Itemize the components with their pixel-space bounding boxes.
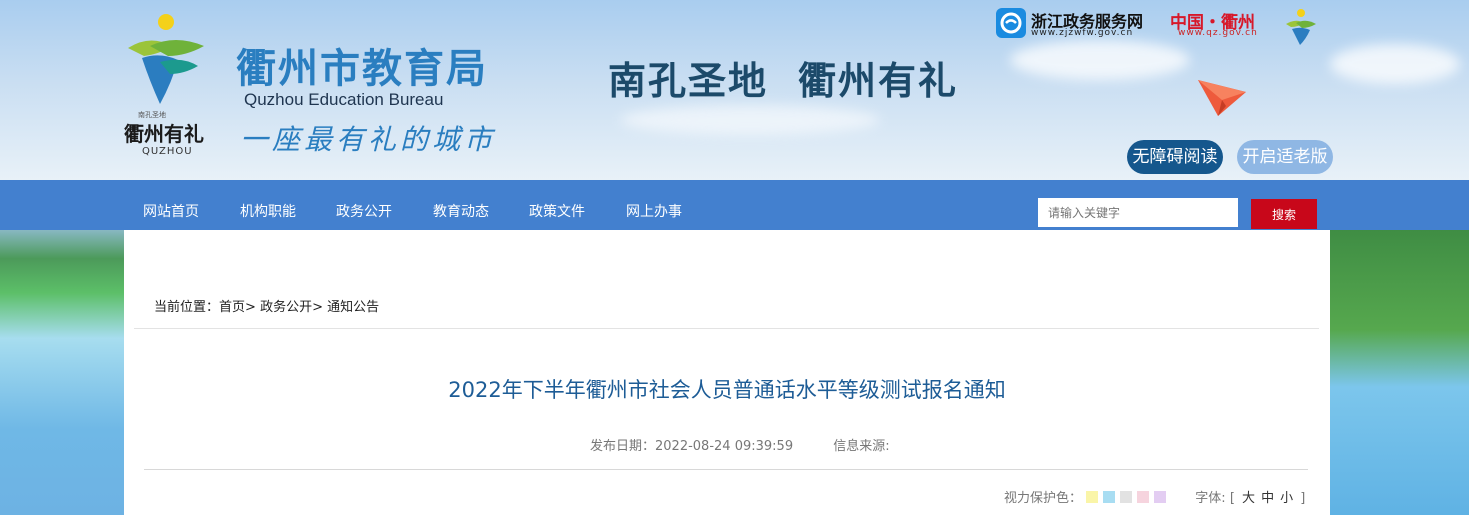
nav-item-home[interactable]: 网站首页 (143, 180, 199, 230)
nav-item-gov-affairs[interactable]: 政务公开 (336, 180, 392, 230)
font-small-button[interactable]: 小 (1280, 491, 1293, 506)
nav-item-education-news[interactable]: 教育动态 (433, 180, 489, 230)
paper-plane-icon (1198, 80, 1246, 116)
article-meta: 发布日期：2022-08-24 09:39:59 信息来源: (590, 435, 890, 454)
cloud-decoration (620, 105, 880, 135)
eye-care-purple-swatch[interactable] (1154, 491, 1167, 503)
scenery-left-decoration (0, 230, 124, 515)
zjzwfw-logo-icon[interactable] (996, 8, 1026, 38)
eye-care-blue-swatch[interactable] (1103, 491, 1116, 503)
breadcrumb-separator: > (245, 300, 261, 315)
search-button[interactable]: 搜索 (1251, 199, 1317, 229)
publish-date: 2022-08-24 09:39:59 (655, 439, 794, 454)
breadcrumb-separator: > (312, 300, 328, 315)
main-nav: 网站首页 机构职能 政务公开 教育动态 政策文件 网上办事 (0, 180, 1469, 230)
breadcrumb-notices[interactable]: 通知公告 (327, 300, 379, 315)
font-medium-button[interactable]: 中 (1261, 491, 1274, 506)
article-container: 当前位置：首页> 政务公开> 通知公告 2022年下半年衢州市社会人员普通话水平… (124, 230, 1330, 515)
divider (134, 328, 1319, 329)
scenery-right-decoration (1330, 230, 1469, 515)
divider (144, 469, 1308, 470)
eye-care-gray-swatch[interactable] (1120, 491, 1133, 503)
breadcrumb-prefix: 当前位置： (154, 300, 220, 315)
city-slogan: 一座最有礼的城市 (240, 123, 497, 156)
bureau-name: 衢州市教育局 (236, 46, 488, 92)
nav-item-online-services[interactable]: 网上办事 (626, 180, 682, 230)
site-header: 南孔圣地 衢州有礼 QUZHOU 衢州市教育局 Quzhou Education… (0, 0, 1469, 180)
bureau-name-en: Quzhou Education Bureau (244, 90, 444, 109)
cloud-decoration (1010, 40, 1190, 80)
zjzwfw-url: www.zjzwfw.gov.cn (1031, 28, 1134, 38)
article-title: 2022年下半年衢州市社会人员普通话水平等级测试报名通知 (448, 378, 1006, 402)
nav-item-organization[interactable]: 机构职能 (240, 180, 296, 230)
breadcrumb-gov-affairs[interactable]: 政务公开 (260, 300, 312, 315)
font-bracket-open: [ (1229, 491, 1235, 506)
breadcrumb: 当前位置：首页> 政务公开> 通知公告 (154, 296, 379, 315)
tagline-part-2: 衢州有礼 (798, 58, 959, 103)
accessibility-reading-button[interactable]: 无障碍阅读 (1127, 140, 1223, 174)
source-label: 信息来源: (833, 439, 890, 454)
eye-care-yellow-swatch[interactable] (1086, 491, 1099, 503)
city-emblem-icon (128, 14, 204, 104)
breadcrumb-home[interactable]: 首页 (219, 300, 245, 315)
font-large-button[interactable]: 大 (1242, 491, 1255, 506)
font-size-label: 字体: (1195, 491, 1226, 506)
qz-gov-url: www.qz.gov.cn (1178, 28, 1258, 38)
city-logo-text: 衢州有礼 (124, 122, 204, 146)
header-tagline: 南孔圣地 衢州有礼 (608, 50, 958, 105)
reading-tools: 视力保护色： 字体: [ 大中小 ] (1004, 487, 1305, 506)
search-input[interactable] (1038, 198, 1238, 227)
eye-care-pink-swatch[interactable] (1137, 491, 1150, 503)
publish-date-label: 发布日期： (590, 439, 656, 454)
elder-mode-button[interactable]: 开启适老版 (1237, 140, 1333, 174)
qz-emblem-icon[interactable] (1284, 8, 1318, 46)
city-logo-en: QUZHOU (142, 146, 193, 157)
nav-item-policy-docs[interactable]: 政策文件 (529, 180, 585, 230)
font-bracket-close: ] (1300, 491, 1306, 506)
cloud-decoration (1330, 44, 1460, 84)
tagline-part-1: 南孔圣地 (608, 58, 769, 103)
eye-care-label: 视力保护色： (1004, 491, 1083, 506)
